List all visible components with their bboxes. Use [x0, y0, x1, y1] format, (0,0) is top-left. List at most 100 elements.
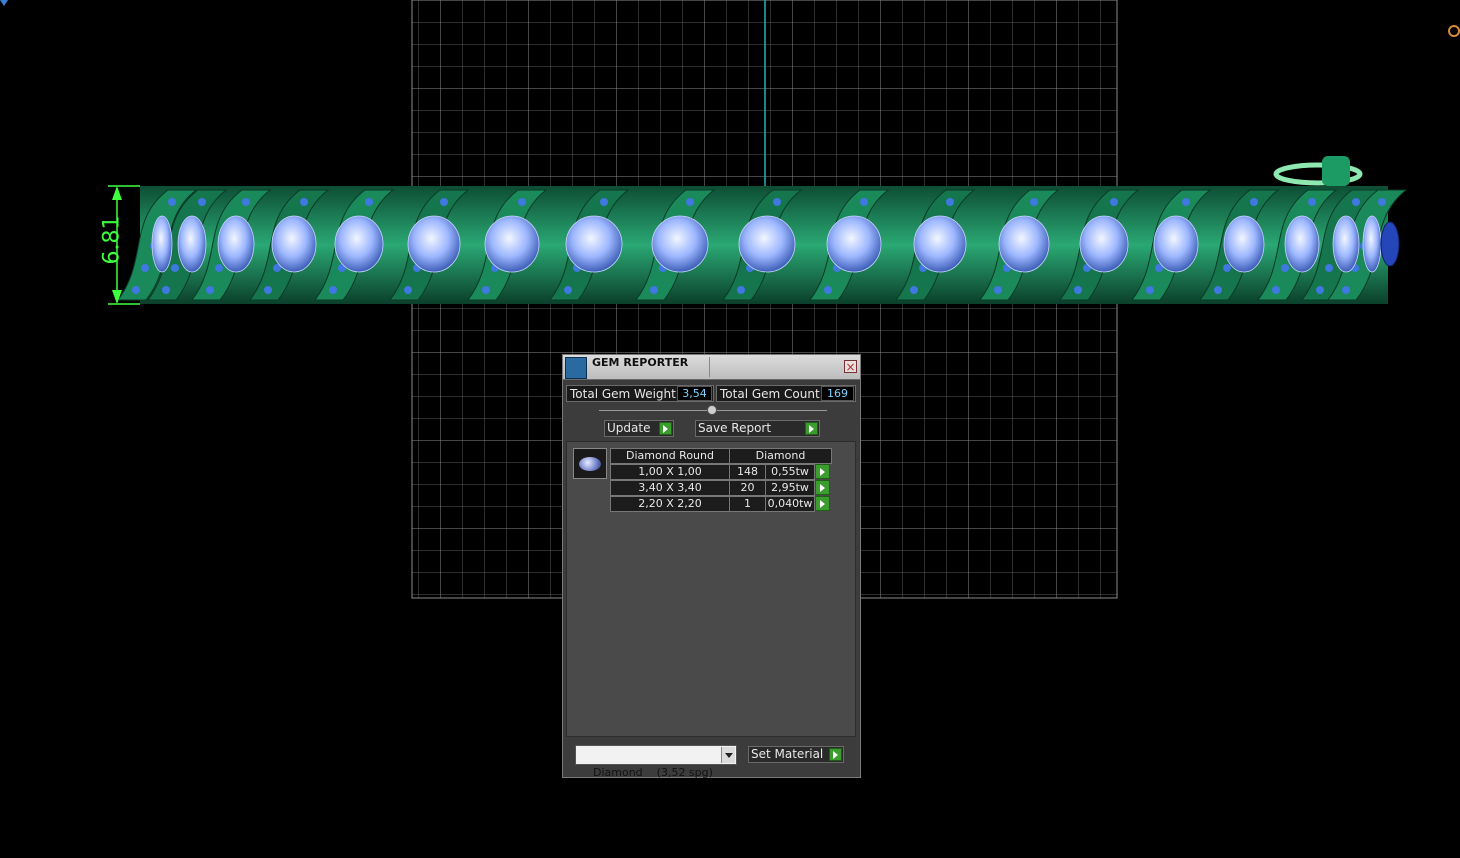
table-row-count: 1 — [729, 496, 766, 512]
pave-gem — [1110, 198, 1118, 206]
pave-gem — [132, 286, 140, 294]
pave-gem — [824, 286, 832, 294]
table-row-weight: 2,95tw — [765, 480, 815, 496]
dialog-title: GEM REPORTER — [592, 356, 689, 369]
pave-gem — [365, 198, 373, 206]
shape-header: Diamond Round — [610, 448, 730, 464]
pave-gem — [1146, 286, 1154, 294]
total-weight-label: Total Gem Weight — [570, 387, 676, 401]
update-button[interactable]: Update — [604, 420, 674, 437]
chevron-down-icon[interactable] — [721, 747, 735, 763]
pave-gem — [215, 264, 223, 272]
pave-gem — [650, 286, 658, 294]
center-diamond — [1223, 215, 1265, 273]
play-arrow-icon — [659, 422, 672, 435]
gem-reporter-dialog: GEM REPORTER × Total Gem Weight 3,54 Tot… — [562, 354, 861, 779]
pave-gem — [168, 198, 176, 206]
center-diamond — [407, 215, 461, 273]
center-diamond — [913, 215, 967, 273]
dialog-titlebar[interactable]: GEM REPORTER × — [563, 355, 860, 380]
center-diamond — [1332, 215, 1360, 273]
pave-gem — [1214, 286, 1222, 294]
save-report-button-label: Save Report — [698, 421, 772, 435]
center-diamond — [998, 215, 1050, 273]
pave-gem — [1378, 198, 1386, 206]
pave-gem — [162, 286, 170, 294]
pave-gem — [946, 198, 954, 206]
pave-gem — [1352, 198, 1360, 206]
total-weight-value: 3,54 — [677, 386, 712, 401]
material-select-value: Diamond (3,52 spg) — [593, 766, 713, 779]
play-arrow-icon — [829, 748, 842, 761]
table-row-count: 148 — [729, 464, 766, 480]
play-arrow-icon — [805, 422, 818, 435]
total-count-label: Total Gem Count — [720, 387, 820, 401]
gem-reporter-app-icon — [565, 357, 587, 379]
table-row-weight: 0,55tw — [765, 464, 815, 480]
row-expand-arrow-icon[interactable] — [815, 496, 830, 511]
total-count-value: 169 — [821, 386, 854, 401]
set-material-button[interactable]: Set Material — [748, 746, 844, 763]
center-diamond — [334, 215, 384, 273]
save-report-button[interactable]: Save Report — [695, 420, 820, 437]
pave-gem — [600, 198, 608, 206]
center-diamond — [738, 215, 796, 273]
pave-gem — [1250, 198, 1258, 206]
pave-gem — [242, 198, 250, 206]
pave-gem — [773, 198, 781, 206]
center-diamond — [177, 215, 207, 273]
table-row-size: 2,20 X 2,20 — [610, 496, 730, 512]
pave-gem — [404, 286, 412, 294]
center-diamond — [151, 215, 173, 273]
pave-gem — [564, 286, 572, 294]
pave-gem — [1223, 264, 1231, 272]
center-diamond — [565, 215, 623, 273]
title-divider — [709, 357, 710, 377]
center-diamond — [1362, 215, 1382, 273]
update-button-label: Update — [607, 421, 651, 435]
table-row-count: 20 — [729, 480, 766, 496]
center-diamond — [651, 215, 709, 273]
center-diamond — [271, 215, 317, 273]
pave-gem — [1182, 198, 1190, 206]
pave-gem — [440, 198, 448, 206]
center-diamond — [484, 215, 540, 273]
close-icon[interactable]: × — [844, 360, 857, 373]
center-diamond — [1284, 215, 1320, 273]
material-select[interactable]: Diamond (3,52 spg) — [575, 745, 737, 779]
pave-gem — [686, 198, 694, 206]
pave-gem — [1074, 286, 1082, 294]
pave-gem — [1342, 286, 1350, 294]
pave-gem — [300, 198, 308, 206]
pave-gem — [171, 264, 179, 272]
table-row-weight: 0,040tw — [765, 496, 815, 512]
row-expand-arrow-icon[interactable] — [815, 464, 830, 479]
material-header: Diamond — [729, 448, 832, 464]
corner-marker-icon — [0, 0, 8, 6]
pave-gem — [1281, 264, 1289, 272]
pave-gem — [329, 286, 337, 294]
table-row-size: 1,00 X 1,00 — [610, 464, 730, 480]
center-diamond — [1079, 215, 1129, 273]
size-slider-handle[interactable] — [707, 405, 717, 415]
pave-gem — [1325, 264, 1333, 272]
diamond-round-icon[interactable] — [573, 448, 607, 479]
pave-gem — [737, 286, 745, 294]
set-material-button-label: Set Material — [751, 747, 824, 761]
center-diamond — [1153, 215, 1199, 273]
gem-list-panel: Diamond Round Diamond 1,00 X 1,00 148 0,… — [566, 441, 856, 737]
pave-gem — [860, 198, 868, 206]
pave-gem — [1272, 286, 1280, 294]
row-expand-arrow-icon[interactable] — [815, 480, 830, 495]
pave-gem — [1316, 286, 1324, 294]
pave-gem — [198, 198, 206, 206]
pave-gem — [206, 286, 214, 294]
pave-gem — [910, 286, 918, 294]
pave-gem — [482, 286, 490, 294]
center-diamond — [826, 215, 882, 273]
pave-gem — [994, 286, 1002, 294]
center-diamond — [217, 215, 255, 273]
pave-gem — [1030, 198, 1038, 206]
pave-gem — [264, 286, 272, 294]
height-dimension-value: 6.81 — [99, 215, 125, 265]
